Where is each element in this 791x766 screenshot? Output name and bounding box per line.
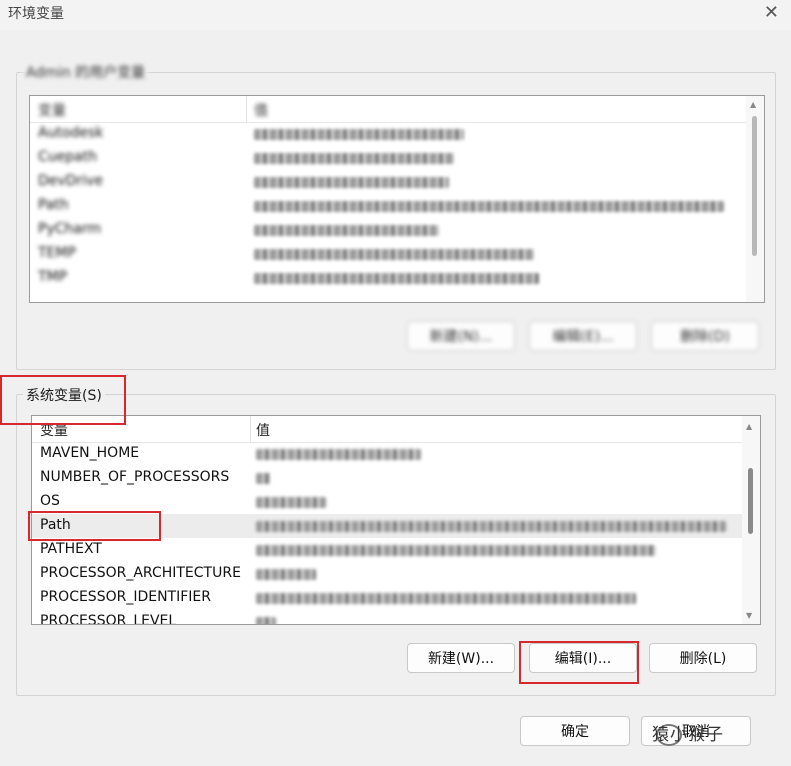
variable-name: MAVEN_HOME [40, 445, 140, 461]
user-edit-button[interactable]: 编辑(E)... [529, 321, 637, 351]
highlight-path-row [28, 511, 161, 541]
user-variables-list[interactable]: 变量 值 Autodesk Cuepath DevDrive Path PyCharm T… [29, 95, 765, 303]
table-row[interactable]: Cuepath [30, 146, 746, 170]
window-title: 环境变量 [8, 6, 64, 22]
table-row[interactable]: TMP [30, 266, 746, 290]
variable-name: OS [40, 493, 60, 509]
variable-value-obscured [256, 593, 636, 604]
user-variables-legend: Admin 的用户变量 [23, 62, 149, 82]
system-header-value[interactable]: 值 [256, 420, 270, 440]
variable-name: PROCESSOR_IDENTIFIER [40, 589, 211, 605]
table-row[interactable]: Autodesk [30, 122, 746, 146]
table-row[interactable]: TEMP [30, 242, 746, 266]
table-row[interactable]: PROCESSOR_LEVEL [32, 610, 742, 625]
variable-value-obscured [256, 569, 316, 580]
system-delete-button[interactable]: 删除(L) [649, 643, 757, 673]
user-list-header: 变量 值 [30, 96, 746, 123]
scroll-thumb[interactable] [748, 468, 753, 534]
watermark: 猿小猴子 [652, 725, 724, 745]
variable-value-obscured [254, 129, 464, 140]
variable-name: PyCharm [38, 221, 102, 237]
variable-value-obscured [254, 249, 534, 260]
system-list-scrollbar[interactable]: ▲ ▼ [742, 416, 760, 624]
highlight-system-legend [0, 375, 126, 425]
table-row[interactable]: PROCESSOR_ARCHITECTURE [32, 562, 742, 586]
system-list-header: 变量 值 [32, 416, 742, 443]
variable-value-obscured [254, 177, 449, 188]
table-row[interactable]: PyCharm [30, 218, 746, 242]
variable-value-obscured [256, 617, 276, 624]
ok-button[interactable]: 确定 [520, 716, 630, 746]
table-row[interactable]: DevDrive [30, 170, 746, 194]
scroll-up-icon[interactable]: ▲ [746, 422, 752, 431]
variable-value-obscured [256, 545, 656, 556]
variable-value-obscured [254, 201, 724, 212]
user-new-button[interactable]: 新建(N)... [407, 321, 515, 351]
title-bar: 环境变量 ✕ [0, 0, 791, 30]
variable-name: Path [38, 197, 69, 213]
user-list-scrollbar[interactable]: ▲ [746, 96, 764, 302]
variable-name: PATHEXT [40, 541, 102, 557]
variable-name: NUMBER_OF_PROCESSORS [40, 469, 230, 485]
variable-value-obscured [256, 473, 270, 484]
system-variables-group: 系统变量(S) 变量 值 MAVEN_HOME NUMBER_OF_PROCESS… [16, 385, 776, 696]
variable-name: PROCESSOR_ARCHITECTURE [40, 565, 241, 581]
scroll-up-icon[interactable]: ▲ [750, 100, 756, 109]
variable-name: PROCESSOR_LEVEL [40, 613, 177, 625]
table-row[interactable]: Path [30, 194, 746, 218]
table-row[interactable]: PROCESSOR_IDENTIFIER [32, 586, 742, 610]
table-row[interactable]: PATHEXT [32, 538, 742, 562]
system-new-button[interactable]: 新建(W)... [407, 643, 515, 673]
variable-name: Autodesk [38, 125, 104, 141]
variable-name: TMP [38, 269, 68, 285]
close-icon[interactable]: ✕ [764, 2, 779, 23]
variable-value-obscured [256, 497, 326, 508]
user-variables-group: Admin 的用户变量 变量 值 Autodesk Cuepath DevDrive… [16, 62, 776, 370]
scroll-down-icon[interactable]: ▼ [746, 611, 752, 620]
user-header-value[interactable]: 值 [254, 100, 268, 120]
table-row[interactable]: NUMBER_OF_PROCESSORS [32, 466, 742, 490]
variable-name: Cuepath [38, 149, 98, 165]
variable-value-obscured [254, 273, 539, 284]
user-header-variable[interactable]: 变量 [38, 100, 66, 120]
variable-value-obscured [254, 225, 439, 236]
highlight-edit-button [519, 641, 639, 684]
table-row[interactable]: MAVEN_HOME [32, 442, 742, 466]
user-delete-button[interactable]: 删除(D) [651, 321, 759, 351]
column-divider[interactable] [250, 416, 251, 442]
variable-value-obscured [254, 153, 454, 164]
variable-name: DevDrive [38, 173, 104, 189]
scroll-thumb[interactable] [752, 116, 757, 256]
variable-value-obscured [256, 521, 726, 532]
variable-value-obscured [256, 449, 421, 460]
column-divider[interactable] [246, 96, 247, 122]
variable-name: TEMP [38, 245, 76, 261]
